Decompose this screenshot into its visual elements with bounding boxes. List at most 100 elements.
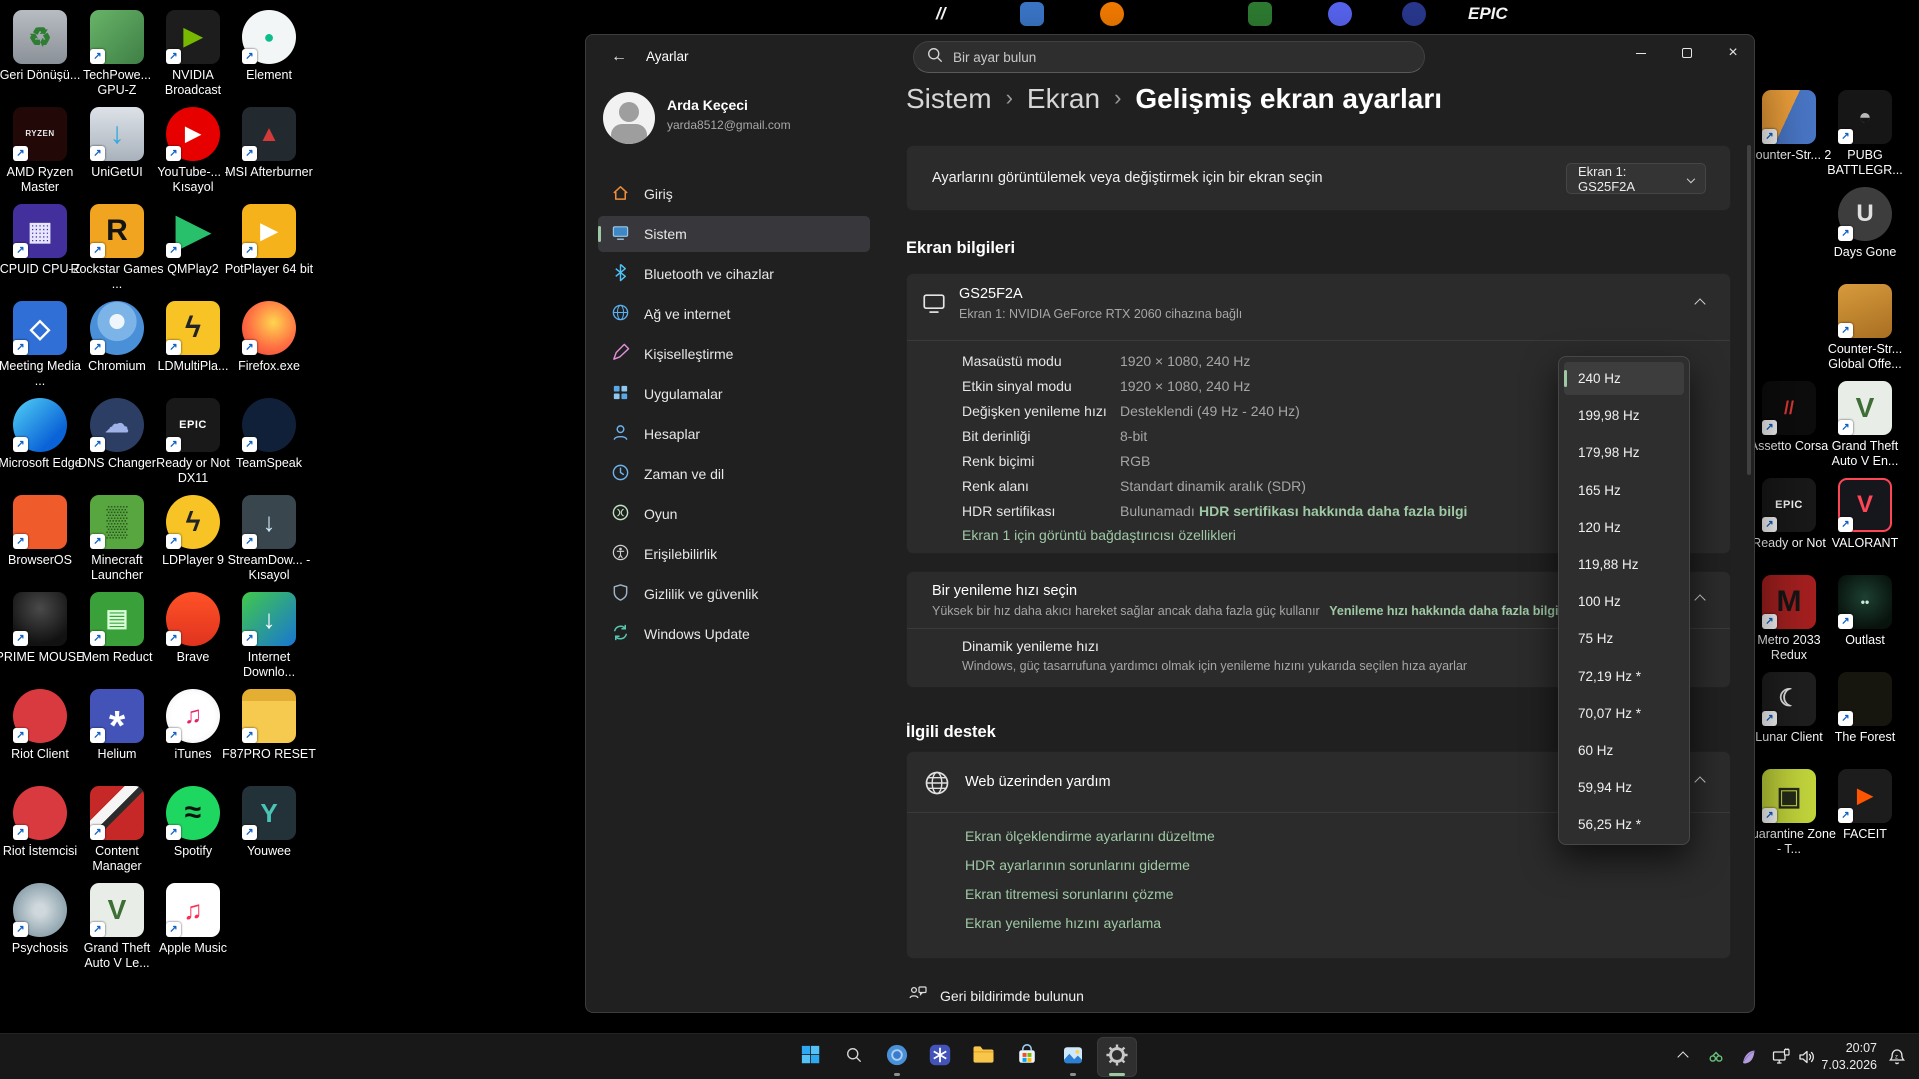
back-button[interactable]: ← [602,43,636,71]
partial-icon-slashes[interactable]: // [936,4,945,24]
display-select-dropdown[interactable]: Ekran 1: GS25F2A [1566,163,1706,194]
desktop-icon-the-forest[interactable]: ↗ The Forest [1826,672,1904,745]
desktop-icon-content-manager[interactable]: ↗ Content Manager [78,786,156,874]
desktop-icon-f87pro-reset[interactable]: ↗ F87PRO RESET [222,689,316,762]
breadcrumb-ekran[interactable]: Ekran [1027,83,1100,115]
help-link[interactable]: HDR ayarlarının sorunlarını giderme [965,857,1190,873]
desktop-icon-youtube-music[interactable]: ▶ ↗ YouTube-... - Kısayol [154,107,232,195]
desktop-icon-recycle-bin[interactable]: ♻ Geri Dönüşü... [0,10,80,83]
desktop-icon-ldplayer-9[interactable]: ϟ ↗ LDPlayer 9 [154,495,232,568]
refresh-rate-option[interactable]: 199,98 Hz [1564,399,1684,432]
desktop-icon-spotify[interactable]: ≈ ↗ Spotify [154,786,232,859]
microsoft-store-taskbar[interactable] [1007,1037,1047,1077]
start-button[interactable] [790,1037,830,1077]
desktop-icon-assetto-corsa[interactable]: //↗ Assetto Corsa [1750,381,1828,454]
desktop-icon-element[interactable]: ● ↗ Element [230,10,308,83]
desktop-icon-apple-music[interactable]: ♫ ↗ Apple Music [154,883,232,956]
sidebar-item-gaming[interactable]: Oyun [598,496,870,532]
sidebar-item-time[interactable]: Zaman ve dil [598,456,870,492]
desktop-icon-metro-2033-redux[interactable]: M ↗ Metro 2033 Redux [1750,575,1828,663]
refresh-rate-option[interactable]: 59,94 Hz [1564,771,1684,804]
feather-icon[interactable] [1738,1047,1758,1067]
refresh-rate-option[interactable]: 165 Hz [1564,474,1684,507]
partial-icon-indigo[interactable] [1328,2,1352,26]
file-explorer-taskbar[interactable] [963,1037,1003,1077]
notification-bell-icon[interactable]: z [1887,1047,1907,1067]
partial-icon-green[interactable] [1248,2,1272,26]
desktop-icon-lunar-client[interactable]: ☾ ↗ Lunar Client [1750,672,1828,745]
sidebar-item-accounts[interactable]: Hesaplar [598,416,870,452]
clock[interactable]: 20:07 7.03.2026 [1821,1040,1877,1074]
desktop-icon-psychosis[interactable]: ↗ Psychosis [1,883,79,956]
collapse-refresh-rate-icon[interactable] [1694,594,1706,606]
desktop-icon-ldmultiplayer[interactable]: ϟ ↗ LDMultiPla... [154,301,232,374]
feedback-row[interactable]: Geri bildirimde bulunun [908,983,1084,1008]
settings-taskbar[interactable] [1097,1037,1137,1077]
desktop-icon-days-gone[interactable]: U ↗ Days Gone [1826,187,1904,260]
collapse-display-info-icon[interactable] [1694,298,1706,310]
desktop-icon-itunes[interactable]: ♫ ↗ iTunes [154,689,232,762]
desktop-icon-ready-or-not[interactable]: EPIC ↗ Ready or Not [1750,478,1828,551]
refresh-rate-option[interactable]: 70,07 Hz * [1564,697,1684,730]
search-button[interactable] [834,1037,874,1077]
desktop-icon-qmplay2[interactable]: ▶ ↗ QMPlay2 [154,204,232,277]
desktop-icon-nvidia-broadcast[interactable]: ▶ ↗ NVIDIA Broadcast [154,10,232,98]
desktop-icon-riot-istemcisi[interactable]: ↗ Riot İstemcisi [1,786,79,859]
minimize-button[interactable] [1618,35,1664,71]
search-input[interactable] [953,49,1383,65]
desktop-icon-counter-strike-2[interactable]: ↗ Counter-Str... 2 [1747,90,1831,163]
desktop-icon-microsoft-edge[interactable]: ↗ Microsoft Edge [0,398,82,471]
breadcrumb-sistem[interactable]: Sistem [906,83,992,115]
collapse-web-help-icon[interactable] [1694,776,1706,788]
desktop-icon-msi-afterburner[interactable]: ▲ ↗ MSI Afterburner [225,107,313,180]
desktop-icon-gpu-z[interactable]: ↗ TechPowe... GPU-Z [78,10,156,98]
desktop-icon-minecraft-launcher[interactable]: ▒ ↗ Minecraft Launcher [78,495,156,583]
sidebar-item-system[interactable]: Sistem [598,216,870,252]
sidebar-item-network[interactable]: Ağ ve internet [598,296,870,332]
sidebar-item-personalization[interactable]: Kişiselleştirme [598,336,870,372]
chromium-taskbar[interactable] [877,1037,917,1077]
desktop-icon-meeting-media[interactable]: ◇ ↗ Meeting Media ... [0,301,81,389]
desktop-icon-rockstar-games[interactable]: R ↗ Rockstar Games ... [70,204,164,292]
sidebar-item-privacy[interactable]: Gizlilik ve güvenlik [598,576,870,612]
refresh-rate-option[interactable]: 72,19 Hz * [1564,660,1684,693]
desktop-icon-cpuid-cpu-z[interactable]: ▦ ↗ CPUID CPU-Z [0,204,80,277]
desktop-icon-valorant[interactable]: V ↗ VALORANT [1826,478,1904,551]
refresh-rate-option[interactable]: 120 Hz [1564,511,1684,544]
tray-green-icon[interactable] [1706,1047,1726,1067]
photos-taskbar[interactable] [1053,1037,1093,1077]
desktop-icon-pubg-battlegrounds[interactable]: ◓ ↗ PUBG BATTLEGR... [1826,90,1904,178]
desktop-icon-quarantine-zone[interactable]: ▣ ↗ Quarantine Zone - T... [1742,769,1836,857]
desktop-icon-internet-download-manager[interactable]: ↓ ↗ Internet Downlo... [230,592,308,680]
refresh-rate-option[interactable]: 56,25 Hz * [1564,808,1684,841]
refresh-rate-option[interactable]: 75 Hz [1564,622,1684,655]
desktop-icon-ready-or-not-dx11[interactable]: EPIC ↗ Ready or Not DX11 [154,398,232,486]
partial-icon-navy[interactable] [1402,2,1426,26]
sidebar-item-home[interactable]: Giriş [598,176,870,212]
desktop-icon-chromium-desktop[interactable]: ↗ Chromium [78,301,156,374]
desktop-icon-potplayer[interactable]: ▶ ↗ PotPlayer 64 bit [225,204,313,277]
desktop-icon-outlast[interactable]: •• ↗ Outlast [1826,575,1904,648]
avatar[interactable] [603,92,655,144]
partial-icon-orange[interactable] [1100,2,1124,26]
desktop-icon-mem-reduct[interactable]: ▤ ↗ Mem Reduct [78,592,156,665]
desktop-icon-helium-desktop[interactable]: * ↗ Helium [78,689,156,762]
help-link[interactable]: Ekran titremesi sorunlarını çözme [965,886,1174,902]
sidebar-item-apps[interactable]: Uygulamalar [598,376,870,412]
desktop-icon-browseros[interactable]: ↗ BrowserOS [1,495,79,568]
hdr-info-link[interactable]: HDR sertifikası hakkında daha fazla bilg… [1199,503,1467,519]
desktop-icon-dns-changer[interactable]: ☁ ↗ DNS Changer [78,398,156,471]
partial-icon-blue[interactable] [1020,2,1044,26]
desktop-icon-unigetui[interactable]: ↓ ↗ UniGetUI [78,107,156,180]
sidebar-item-bluetooth[interactable]: Bluetooth ve cihazlar [598,256,870,292]
desktop-icon-firefox[interactable]: ↗ Firefox.exe [230,301,308,374]
helium-taskbar[interactable] [920,1037,960,1077]
desktop-icon-counter-strike-go[interactable]: ↗ Counter-Str... Global Offe... [1826,284,1904,372]
tray-chevron-up[interactable] [1673,1047,1693,1067]
refresh-rate-option[interactable]: 179,98 Hz [1564,436,1684,469]
desktop-icon-riot-client[interactable]: ↗ Riot Client [1,689,79,762]
help-link[interactable]: Ekran yenileme hızını ayarlama [965,915,1161,931]
close-button[interactable]: × [1710,35,1754,71]
sidebar-item-update[interactable]: Windows Update [598,616,870,652]
scrollbar[interactable] [1747,145,1751,475]
